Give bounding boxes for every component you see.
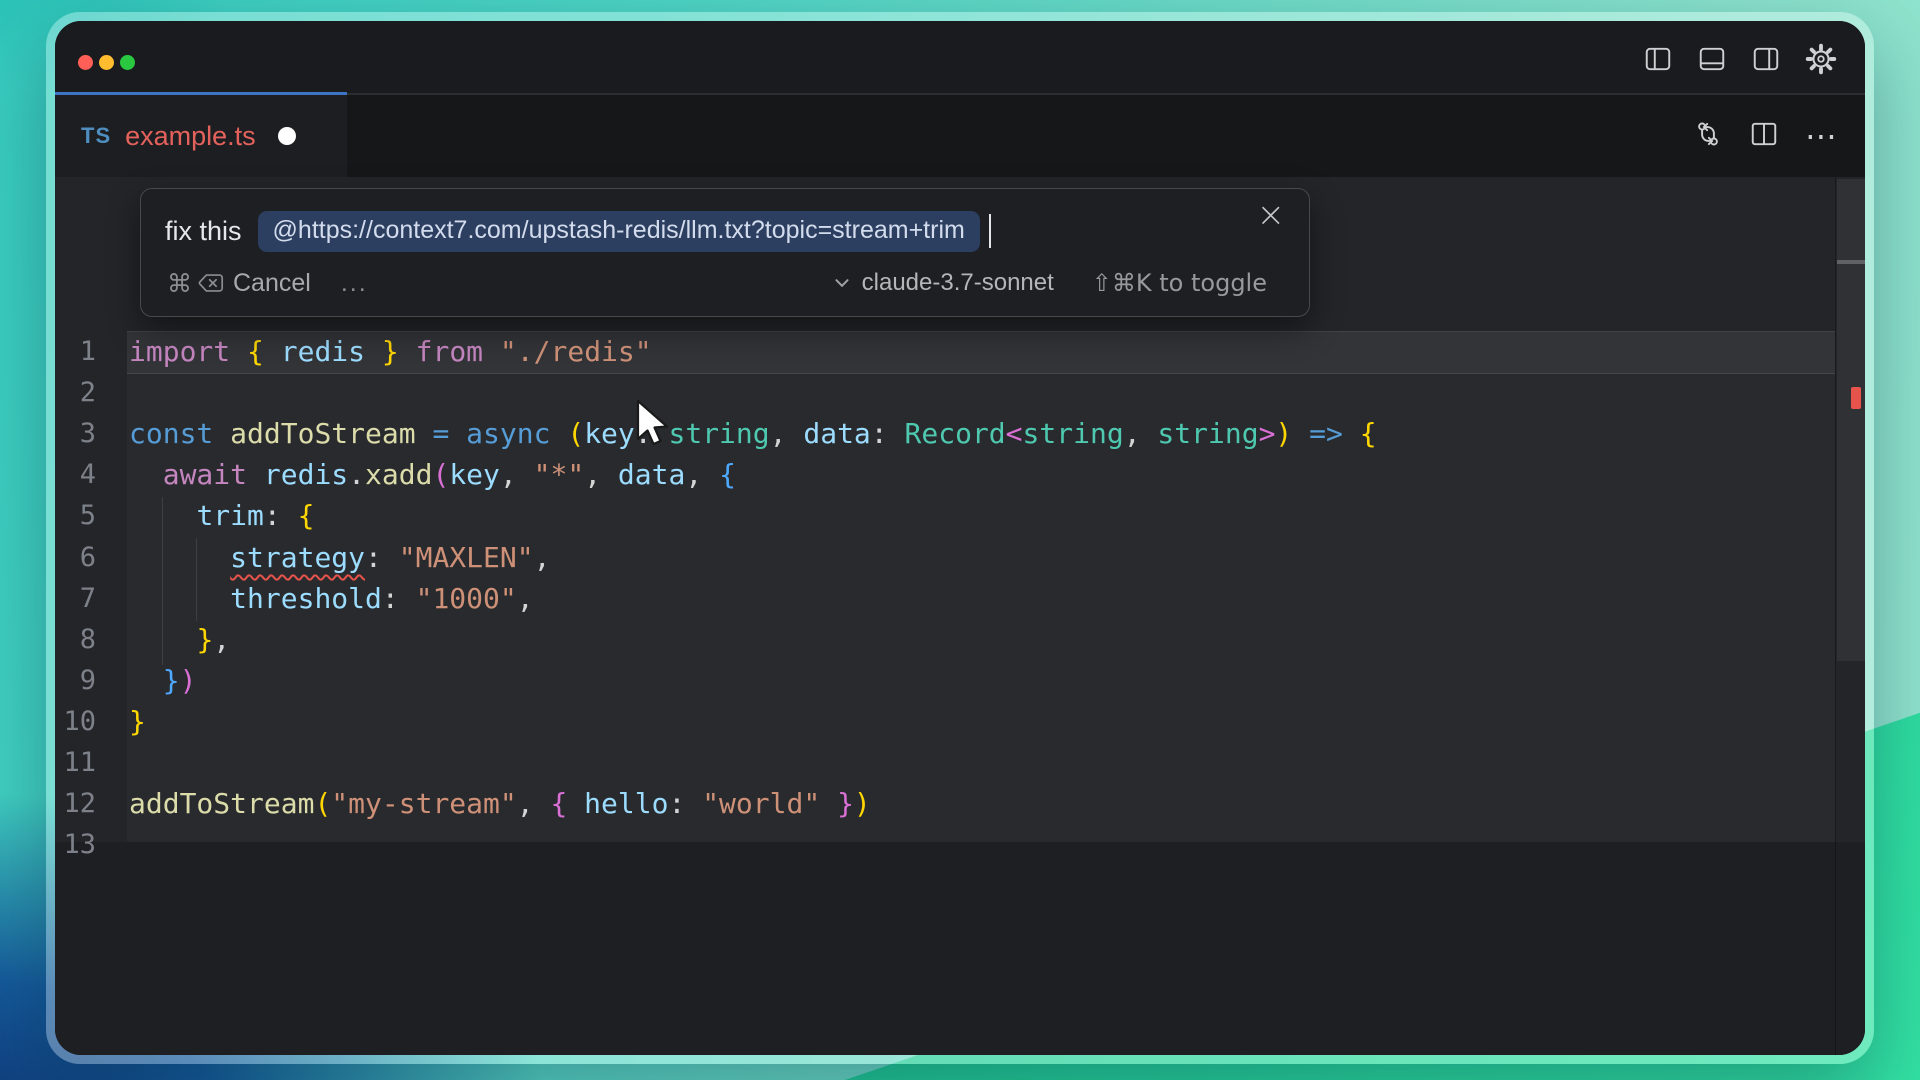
toggle-bottom-panel-icon[interactable] bbox=[1697, 44, 1727, 74]
close-icon[interactable]: × bbox=[1249, 191, 1294, 239]
line-number: 13 bbox=[55, 824, 96, 865]
code-line-9[interactable]: }) bbox=[129, 660, 196, 701]
cancel-button[interactable]: Cancel bbox=[233, 269, 311, 298]
code-line-5[interactable]: trim: { bbox=[129, 495, 314, 536]
code-line-1[interactable]: import { redis } from "./redis" bbox=[129, 331, 652, 372]
code-line-3[interactable]: const addToStream = async (key: string, … bbox=[129, 413, 1377, 454]
unsaved-changes-dot-icon[interactable] bbox=[278, 127, 296, 145]
code-line-8[interactable]: }, bbox=[129, 619, 230, 660]
backspace-key-icon bbox=[197, 271, 225, 295]
tab-example-ts[interactable]: TS example.ts bbox=[55, 95, 347, 177]
active-tab-top-border bbox=[55, 92, 347, 95]
typescript-file-icon: TS bbox=[81, 123, 111, 149]
toggle-right-sidebar-icon[interactable] bbox=[1751, 44, 1781, 74]
tab-bar: TS example.ts bbox=[55, 95, 1865, 177]
code-line-7[interactable]: threshold: "1000", bbox=[129, 578, 534, 619]
line-number: 11 bbox=[55, 742, 96, 783]
line-number: 6 bbox=[55, 537, 96, 578]
open-changes-icon[interactable] bbox=[1693, 119, 1723, 154]
mouse-cursor bbox=[636, 399, 670, 452]
line-number: 9 bbox=[55, 660, 96, 701]
chevron-down-icon bbox=[832, 273, 852, 293]
model-selector[interactable]: claude-3.7-sonnet bbox=[832, 269, 1054, 297]
indent-guide bbox=[196, 538, 197, 621]
desktop: TS example.ts bbox=[0, 0, 1920, 1080]
text-caret bbox=[989, 214, 991, 248]
more-options-button[interactable]: ... bbox=[341, 269, 368, 298]
ruler-error-marker bbox=[1851, 387, 1861, 409]
indent-guide bbox=[162, 497, 163, 665]
split-editor-icon[interactable] bbox=[1749, 119, 1779, 154]
code-line-4[interactable]: await redis.xadd(key, "*", data, { bbox=[129, 454, 736, 495]
command-key-icon: ⌘ bbox=[167, 269, 192, 298]
prompt-text[interactable]: fix this bbox=[165, 216, 242, 247]
settings-gear-icon[interactable] bbox=[1805, 43, 1837, 75]
line-number: 3 bbox=[55, 413, 96, 454]
toggle-shortcut-hint: ⇧⌘K to toggle bbox=[1092, 269, 1267, 297]
minimize-traffic-light[interactable] bbox=[99, 55, 114, 70]
toggle-left-sidebar-icon[interactable] bbox=[1643, 44, 1673, 74]
window-rim: TS example.ts bbox=[46, 12, 1874, 1064]
tab-filename: example.ts bbox=[125, 121, 256, 152]
ruler-cursor-mark bbox=[1837, 260, 1865, 264]
inline-chat-widget: fix this @https://context7.com/upstash-r… bbox=[140, 188, 1310, 317]
context-mention-pill[interactable]: @https://context7.com/upstash-redis/llm.… bbox=[258, 211, 980, 252]
overview-ruler-divider bbox=[1835, 177, 1836, 1055]
line-number: 2 bbox=[55, 372, 96, 413]
editor-bottom-area bbox=[55, 842, 1865, 1055]
line-number: 1 bbox=[55, 331, 96, 372]
line-number: 5 bbox=[55, 495, 96, 536]
line-number: 8 bbox=[55, 619, 96, 660]
more-actions-icon[interactable]: ⋯ bbox=[1805, 120, 1837, 152]
code-line-6[interactable]: strategy: "MAXLEN", bbox=[129, 537, 550, 578]
line-number: 12 bbox=[55, 783, 96, 824]
line-number: 7 bbox=[55, 578, 96, 619]
titlebar bbox=[55, 21, 1865, 95]
code-line-12[interactable]: addToStream("my-stream", { hello: "world… bbox=[129, 783, 871, 824]
code-line-10[interactable]: } bbox=[129, 701, 146, 742]
scrollbar-slider[interactable] bbox=[1837, 179, 1865, 661]
model-name: claude-3.7-sonnet bbox=[862, 269, 1054, 297]
close-traffic-light[interactable] bbox=[78, 55, 93, 70]
line-number: 4 bbox=[55, 454, 96, 495]
editor-window: TS example.ts bbox=[55, 21, 1865, 1055]
line-number: 10 bbox=[55, 701, 96, 742]
zoom-traffic-light[interactable] bbox=[120, 55, 135, 70]
